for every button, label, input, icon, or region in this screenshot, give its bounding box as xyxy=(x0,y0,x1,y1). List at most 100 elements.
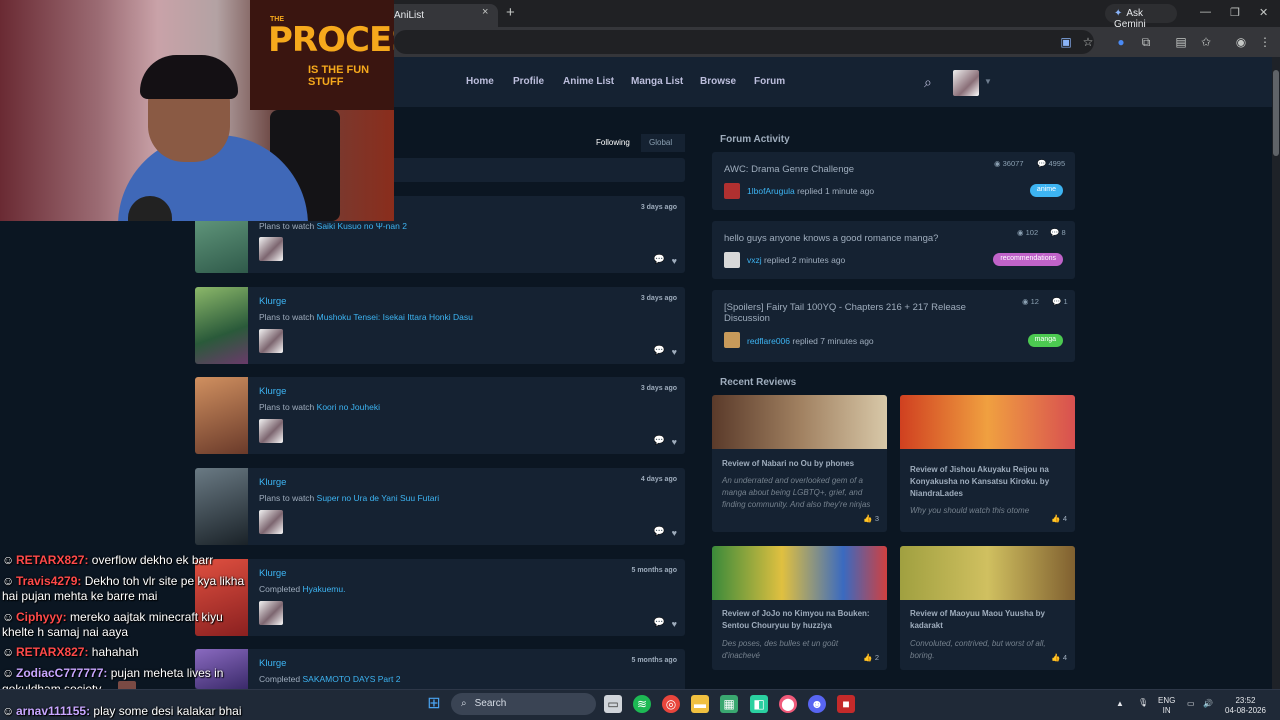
nav-browse[interactable]: Browse xyxy=(700,76,736,87)
reply-avatar[interactable] xyxy=(724,332,740,348)
activity-avatar[interactable] xyxy=(259,419,283,443)
heart-icon[interactable]: ♥ xyxy=(672,528,677,538)
address-bar[interactable] xyxy=(394,30,1094,54)
windows-start-icon[interactable]: ⊞ xyxy=(425,695,443,713)
heart-icon[interactable]: ♥ xyxy=(672,256,677,266)
reply-user[interactable]: redflare006 xyxy=(747,336,790,346)
heart-icon[interactable]: ♥ xyxy=(672,437,677,447)
media-cover[interactable] xyxy=(195,559,248,636)
minimize-icon[interactable]: — xyxy=(1200,6,1211,18)
thread-tag[interactable]: manga xyxy=(1027,334,1063,347)
reply-user[interactable]: vxzj xyxy=(747,255,762,265)
thread-tag[interactable]: recommendations xyxy=(993,253,1063,266)
activity-user[interactable]: Klurge xyxy=(259,658,286,669)
clock[interactable]: 23:52 04-08-2026 xyxy=(1225,696,1266,716)
activity-avatar[interactable] xyxy=(259,237,283,261)
activity-user[interactable]: Klurge xyxy=(259,296,286,307)
forum-thread[interactable]: hello guys anyone knows a good romance m… xyxy=(712,221,1075,279)
task-view-icon[interactable]: ▭ xyxy=(604,695,622,713)
review-title[interactable]: Review of Jishou Akuyaku Reijou na Konya… xyxy=(910,464,1068,500)
media-cover[interactable] xyxy=(195,468,248,545)
reply-avatar[interactable] xyxy=(724,252,740,268)
tab-close-icon[interactable]: × xyxy=(482,6,488,18)
review-card[interactable]: Review of JoJo no Kimyou na Bouken: Sent… xyxy=(712,546,887,670)
bookmark-star-icon[interactable]: ☆ xyxy=(1081,35,1095,49)
activity-media-link[interactable]: SAKAMOTO DAYS Part 2 xyxy=(302,674,400,684)
review-title[interactable]: Review of JoJo no Kimyou na Bouken: Sent… xyxy=(722,608,880,632)
bookmarks-icon[interactable]: ✩ xyxy=(1199,35,1213,49)
thread-title[interactable]: hello guys anyone knows a good romance m… xyxy=(724,233,974,244)
search-icon[interactable]: ⌕ xyxy=(924,74,938,90)
language-indicator[interactable]: ENG IN xyxy=(1158,696,1175,716)
activity-avatar[interactable] xyxy=(259,329,283,353)
activity-media-link[interactable]: Mushoku Tensei: Isekai Ittara Honki Dasu xyxy=(317,312,473,322)
review-title[interactable]: Review of Nabari no Ou by phones xyxy=(722,458,880,470)
new-tab-button[interactable]: + xyxy=(506,4,515,21)
extensions-puzzle-icon[interactable]: ⧉ xyxy=(1139,35,1153,49)
maximize-icon[interactable]: ❐ xyxy=(1230,6,1240,19)
review-banner[interactable] xyxy=(900,395,1075,449)
heart-icon[interactable]: ♥ xyxy=(672,347,677,357)
streaming-app-icon[interactable]: ■ xyxy=(837,695,855,713)
chevron-down-icon[interactable]: ▼ xyxy=(984,77,992,86)
tab-following[interactable]: Following xyxy=(588,134,638,152)
file-explorer-icon[interactable]: ▬ xyxy=(691,695,709,713)
thread-tag[interactable]: anime xyxy=(1029,184,1063,197)
nav-home[interactable]: Home xyxy=(466,76,494,87)
forum-thread[interactable]: [Spoilers] Fairy Tail 100YQ - Chapters 2… xyxy=(712,290,1075,362)
discord-icon[interactable]: ☻ xyxy=(808,695,826,713)
extension-icon[interactable]: ● xyxy=(1114,35,1128,49)
scrollbar-thumb[interactable] xyxy=(1273,70,1279,156)
heart-icon[interactable]: ♥ xyxy=(672,619,677,629)
reply-user[interactable]: 1lbofArugula xyxy=(747,186,795,196)
review-title[interactable]: Review of Maoyuu Maou Yuusha by kadarakt xyxy=(910,608,1068,632)
volume-icon[interactable]: 🔊 xyxy=(1203,699,1213,709)
forum-thread[interactable]: AWC: Drama Genre Challenge ◉ 36077 💬 499… xyxy=(712,152,1075,210)
maps-pin-icon[interactable]: ⬤ xyxy=(779,695,797,713)
chrome-icon[interactable]: ◎ xyxy=(662,695,680,713)
review-banner[interactable] xyxy=(900,546,1075,600)
game-app-icon[interactable]: ◧ xyxy=(750,695,768,713)
media-cover[interactable] xyxy=(195,287,248,364)
nav-profile[interactable]: Profile xyxy=(513,76,544,87)
reply-icon[interactable]: 💬 xyxy=(654,526,665,537)
reply-icon[interactable]: 💬 xyxy=(654,345,665,356)
activity-user[interactable]: Klurge xyxy=(259,477,286,488)
review-card[interactable]: Review of Maoyuu Maou Yuusha by kadarakt… xyxy=(900,546,1075,670)
tray-chevron-up-icon[interactable]: ▲ xyxy=(1116,699,1124,709)
activity-media-link[interactable]: Hyakuemu. xyxy=(302,584,345,594)
close-window-icon[interactable]: ✕ xyxy=(1259,6,1268,19)
screenshot-icon[interactable]: ▣ xyxy=(1059,35,1073,49)
user-avatar[interactable] xyxy=(953,70,979,96)
review-card[interactable]: Review of Jishou Akuyaku Reijou na Konya… xyxy=(900,395,1075,532)
activity-user[interactable]: Klurge xyxy=(259,568,286,579)
profile-avatar-icon[interactable]: ◉ xyxy=(1234,35,1248,49)
review-banner[interactable] xyxy=(712,546,887,600)
reading-list-icon[interactable]: ▤ xyxy=(1174,35,1188,49)
ask-gemini-button[interactable]: ✦ Ask Gemini xyxy=(1105,4,1177,30)
activity-media-link[interactable]: Koori no Jouheki xyxy=(317,402,380,412)
activity-user[interactable]: Klurge xyxy=(259,386,286,397)
activity-media-link[interactable]: Super no Ura de Yani Suu Futari xyxy=(317,493,440,503)
menu-kebab-icon[interactable]: ⋮ xyxy=(1258,35,1272,49)
activity-avatar[interactable] xyxy=(259,510,283,534)
activity-media-link[interactable]: Saiki Kusuo no Ψ-nan 2 xyxy=(317,221,407,231)
reply-avatar[interactable] xyxy=(724,183,740,199)
nav-forum[interactable]: Forum xyxy=(754,76,785,87)
app-icon[interactable]: ▦ xyxy=(720,695,738,713)
activity-avatar[interactable] xyxy=(259,601,283,625)
tab-global[interactable]: Global xyxy=(641,134,685,152)
spotify-icon[interactable]: ≋ xyxy=(633,695,651,713)
browser-tab[interactable]: AniList xyxy=(384,4,498,27)
thread-title[interactable]: [Spoilers] Fairy Tail 100YQ - Chapters 2… xyxy=(724,302,974,324)
thread-title[interactable]: AWC: Drama Genre Challenge xyxy=(724,164,974,175)
media-cover[interactable] xyxy=(195,377,248,454)
reply-icon[interactable]: 💬 xyxy=(654,254,665,265)
microphone-icon[interactable]: 🎙 xyxy=(1138,698,1148,708)
review-card[interactable]: Review of Nabari no Ou by phones An unde… xyxy=(712,395,887,532)
network-icon[interactable]: ▭ xyxy=(1187,699,1195,709)
reply-icon[interactable]: 💬 xyxy=(654,617,665,628)
taskbar-search[interactable]: ⌕ Search xyxy=(451,693,596,715)
reply-icon[interactable]: 💬 xyxy=(654,435,665,446)
nav-manga-list[interactable]: Manga List xyxy=(631,76,683,87)
